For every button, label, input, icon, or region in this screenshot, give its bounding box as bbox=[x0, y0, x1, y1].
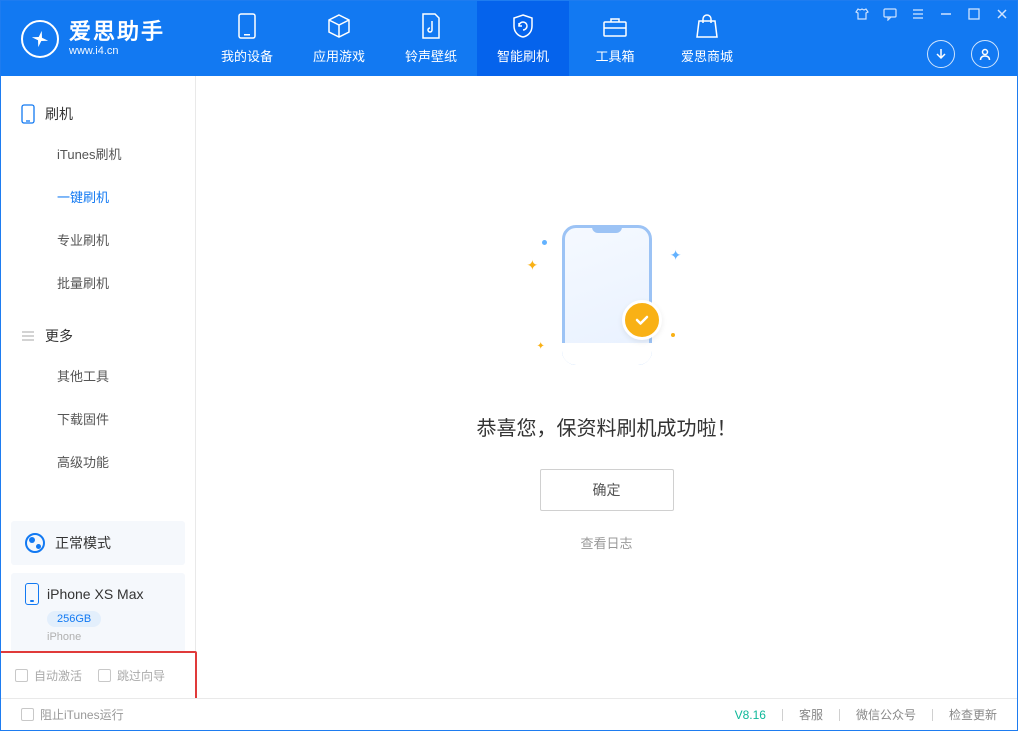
feedback-icon[interactable] bbox=[883, 7, 897, 21]
checkbox-icon bbox=[98, 669, 111, 682]
mode-label: 正常模式 bbox=[55, 533, 111, 553]
phone-illustration bbox=[562, 225, 652, 365]
sidebar-item-other-tools[interactable]: 其他工具 bbox=[1, 354, 195, 397]
success-text: 恭喜您，保资料刷机成功啦！ bbox=[477, 412, 737, 441]
tab-toolbox[interactable]: 工具箱 bbox=[569, 1, 661, 76]
divider bbox=[932, 709, 933, 721]
version-label: V8.16 bbox=[735, 708, 766, 722]
header: 爱思助手 www.i4.cn 我的设备 应用游戏 铃声壁纸 智能刷机 bbox=[1, 1, 1017, 76]
header-actions bbox=[927, 40, 999, 68]
dot-icon bbox=[542, 240, 547, 245]
logo-icon bbox=[21, 20, 59, 58]
sparkle-icon: ✦ bbox=[527, 257, 539, 274]
device-section: 正常模式 iPhone XS Max 256GB iPhone bbox=[1, 513, 195, 653]
shield-refresh-icon bbox=[510, 12, 536, 40]
checkbox-block-itunes[interactable]: 阻止iTunes运行 bbox=[21, 706, 124, 723]
mode-card[interactable]: 正常模式 bbox=[11, 521, 185, 565]
device-card[interactable]: iPhone XS Max 256GB iPhone bbox=[11, 573, 185, 653]
footer-link-update[interactable]: 检查更新 bbox=[949, 706, 997, 723]
nav-tabs: 我的设备 应用游戏 铃声壁纸 智能刷机 工具箱 爱思商城 bbox=[201, 1, 753, 76]
sidebar-group-flash: 刷机 bbox=[1, 96, 195, 132]
cube-icon bbox=[326, 12, 352, 40]
sidebar-group-more: 更多 bbox=[1, 318, 195, 354]
close-button[interactable] bbox=[995, 7, 1009, 21]
bag-icon bbox=[695, 12, 719, 40]
options-highlight: 自动激活 跳过向导 bbox=[1, 651, 197, 698]
tab-store[interactable]: 爱思商城 bbox=[661, 1, 753, 76]
checkbox-auto-activate[interactable]: 自动激活 bbox=[15, 667, 82, 684]
toolbox-icon bbox=[601, 12, 629, 40]
check-badge-icon bbox=[622, 300, 662, 340]
sparkle-icon: ✦ bbox=[670, 247, 682, 264]
list-icon bbox=[21, 329, 35, 343]
music-file-icon bbox=[420, 12, 442, 40]
sidebar-item-pro-flash[interactable]: 专业刷机 bbox=[1, 218, 195, 261]
download-button[interactable] bbox=[927, 40, 955, 68]
device-type: iPhone bbox=[47, 631, 171, 643]
main-content: ✦ ✦ ✦ 恭喜您，保资料刷机成功啦！ 确定 查看日志 bbox=[196, 76, 1017, 698]
phone-icon bbox=[21, 104, 35, 124]
menu-icon[interactable] bbox=[911, 7, 925, 21]
app-title: 爱思助手 bbox=[69, 20, 165, 44]
mode-icon bbox=[25, 533, 45, 553]
logo: 爱思助手 www.i4.cn bbox=[1, 20, 201, 58]
sidebar-item-advanced[interactable]: 高级功能 bbox=[1, 440, 195, 483]
body: 刷机 iTunes刷机 一键刷机 专业刷机 批量刷机 更多 其他工具 下载固件 … bbox=[1, 76, 1017, 698]
sidebar: 刷机 iTunes刷机 一键刷机 专业刷机 批量刷机 更多 其他工具 下载固件 … bbox=[1, 76, 196, 698]
tab-ringtone-wallpaper[interactable]: 铃声壁纸 bbox=[385, 1, 477, 76]
window-controls bbox=[855, 7, 1009, 21]
tab-smart-flash[interactable]: 智能刷机 bbox=[477, 1, 569, 76]
sidebar-item-onekey-flash[interactable]: 一键刷机 bbox=[1, 175, 195, 218]
phone-icon bbox=[25, 583, 39, 605]
divider bbox=[839, 709, 840, 721]
checkbox-icon bbox=[21, 708, 34, 721]
footer-link-service[interactable]: 客服 bbox=[799, 706, 823, 723]
checkbox-skip-guide[interactable]: 跳过向导 bbox=[98, 667, 165, 684]
storage-badge: 256GB bbox=[47, 611, 101, 627]
skin-icon[interactable] bbox=[855, 7, 869, 21]
maximize-button[interactable] bbox=[967, 7, 981, 21]
view-log-link[interactable]: 查看日志 bbox=[580, 533, 632, 552]
tab-my-device[interactable]: 我的设备 bbox=[201, 1, 293, 76]
success-illustration: ✦ ✦ ✦ bbox=[507, 222, 707, 382]
user-button[interactable] bbox=[971, 40, 999, 68]
footer: 阻止iTunes运行 V8.16 客服 微信公众号 检查更新 bbox=[1, 698, 1017, 730]
sidebar-item-download-firmware[interactable]: 下载固件 bbox=[1, 397, 195, 440]
checkbox-icon bbox=[15, 669, 28, 682]
minimize-button[interactable] bbox=[939, 7, 953, 21]
device-icon bbox=[237, 12, 257, 40]
sparkle-icon: ✦ bbox=[537, 341, 545, 352]
sidebar-item-batch-flash[interactable]: 批量刷机 bbox=[1, 261, 195, 304]
tab-apps-games[interactable]: 应用游戏 bbox=[293, 1, 385, 76]
dot-icon bbox=[671, 333, 675, 337]
confirm-button[interactable]: 确定 bbox=[540, 469, 674, 511]
sidebar-item-itunes-flash[interactable]: iTunes刷机 bbox=[1, 132, 195, 175]
divider bbox=[782, 709, 783, 721]
app-url: www.i4.cn bbox=[69, 45, 165, 57]
app-window: 爱思助手 www.i4.cn 我的设备 应用游戏 铃声壁纸 智能刷机 bbox=[0, 0, 1018, 731]
footer-link-wechat[interactable]: 微信公众号 bbox=[856, 706, 916, 723]
device-name: iPhone XS Max bbox=[47, 586, 144, 602]
